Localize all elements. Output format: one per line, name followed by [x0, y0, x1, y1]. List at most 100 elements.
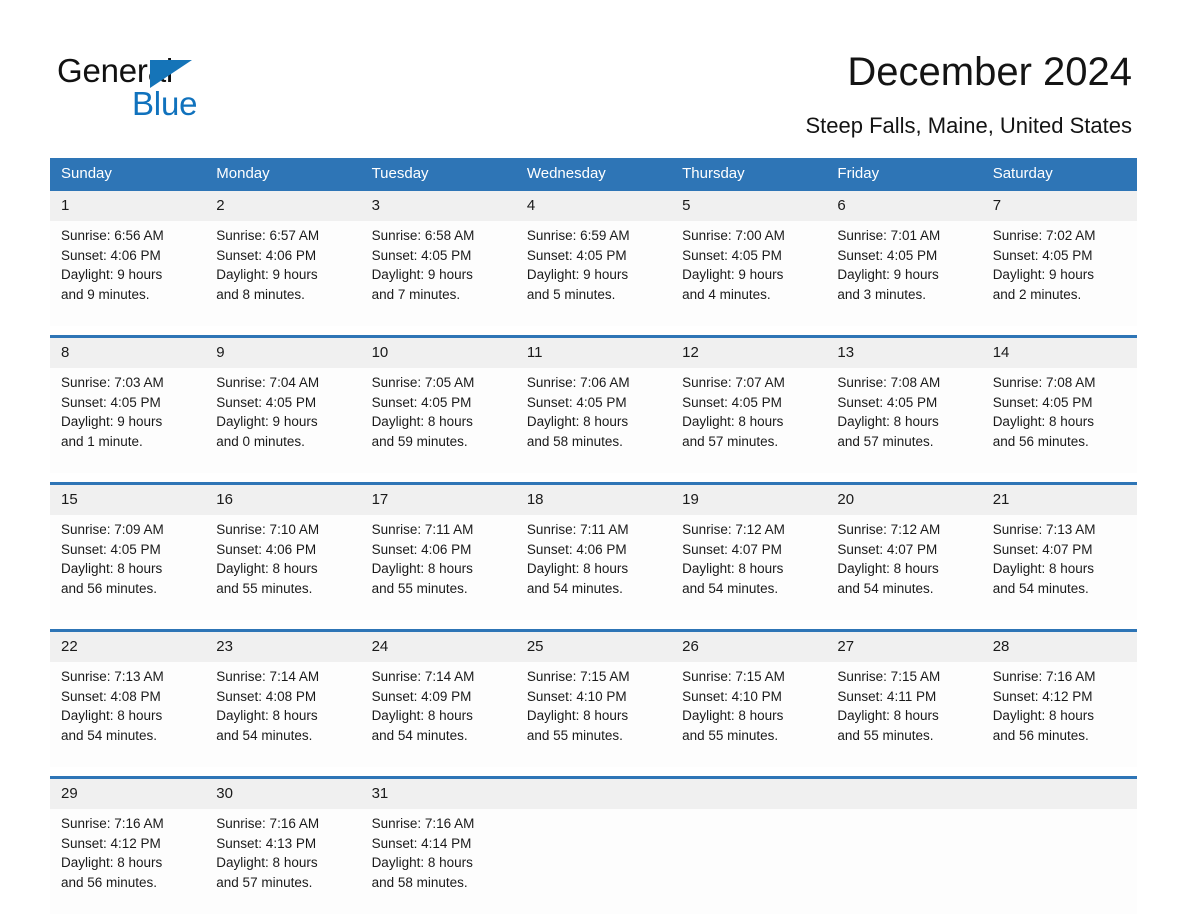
day-cell[interactable]: Sunrise: 7:11 AM Sunset: 4:06 PM Daylight:…: [515, 515, 672, 620]
day-number-row: 1234567: [50, 191, 1137, 221]
day-number[interactable]: 18: [515, 485, 672, 515]
day-cell[interactable]: Sunrise: 7:12 AM Sunset: 4:07 PM Daylight:…: [826, 515, 982, 620]
day-detail-row: Sunrise: 7:09 AM Sunset: 4:05 PM Daylight:…: [50, 515, 1137, 620]
day-number[interactable]: 14: [981, 338, 1137, 368]
day-detail-row: Sunrise: 7:13 AM Sunset: 4:08 PM Daylight:…: [50, 662, 1137, 767]
day-cell[interactable]: Sunrise: 7:16 AM Sunset: 4:13 PM Daylight:…: [205, 809, 361, 914]
day-number[interactable]: 27: [826, 632, 982, 662]
daylight-text-line1: Daylight: 9 hours: [682, 267, 784, 283]
day-number[interactable]: 5: [671, 191, 827, 221]
daylight-text-line1: Daylight: 8 hours: [216, 708, 318, 724]
day-number[interactable]: 17: [360, 485, 516, 515]
day-number[interactable]: 30: [205, 779, 361, 809]
day-number[interactable]: 11: [515, 338, 672, 368]
day-cell[interactable]: Sunrise: 7:13 AM Sunset: 4:07 PM Daylight:…: [981, 515, 1137, 620]
weekday-header-sunday: Sunday: [50, 158, 206, 191]
day-cell[interactable]: Sunrise: 7:15 AM Sunset: 4:10 PM Daylight:…: [671, 662, 827, 767]
sunset-text: Sunset: 4:05 PM: [992, 394, 1093, 410]
daylight-text-line1: Daylight: 8 hours: [61, 561, 163, 577]
day-number[interactable]: 22: [50, 632, 206, 662]
day-cell[interactable]: Sunrise: 7:03 AM Sunset: 4:05 PM Daylight:…: [50, 368, 206, 473]
day-number[interactable]: 1: [50, 191, 206, 221]
sunrise-text: Sunrise: 7:15 AM: [837, 669, 941, 684]
day-cell[interactable]: Sunrise: 7:09 AM Sunset: 4:05 PM Daylight:…: [50, 515, 206, 620]
day-cell[interactable]: Sunrise: 6:58 AM Sunset: 4:05 PM Daylight:…: [360, 221, 516, 326]
daylight-text-line1: Daylight: 9 hours: [371, 267, 473, 283]
day-cell[interactable]: Sunrise: 7:08 AM Sunset: 4:05 PM Daylight:…: [826, 368, 982, 473]
day-cell[interactable]: Sunrise: 7:16 AM Sunset: 4:12 PM Daylight:…: [981, 662, 1137, 767]
day-number[interactable]: 2: [205, 191, 361, 221]
day-number[interactable]: 7: [981, 191, 1137, 221]
general-blue-logo[interactable]: General Blue: [57, 52, 287, 124]
day-number[interactable]: 26: [671, 632, 827, 662]
day-number[interactable]: 21: [981, 485, 1137, 515]
sunrise-text: Sunrise: 7:15 AM: [682, 669, 785, 684]
day-detail-row: Sunrise: 6:56 AM Sunset: 4:06 PM Daylight:…: [50, 221, 1137, 326]
day-cell[interactable]: Sunrise: 7:15 AM Sunset: 4:11 PM Daylight:…: [826, 662, 982, 767]
day-cell[interactable]: Sunrise: 7:10 AM Sunset: 4:06 PM Daylight:…: [205, 515, 361, 620]
day-number[interactable]: 25: [515, 632, 672, 662]
day-cell[interactable]: Sunrise: 7:05 AM Sunset: 4:05 PM Daylight:…: [360, 368, 516, 473]
sunset-text: Sunset: 4:12 PM: [61, 835, 161, 851]
day-cell[interactable]: Sunrise: 6:59 AM Sunset: 4:05 PM Daylight:…: [515, 221, 672, 326]
daylight-text-line1: Daylight: 8 hours: [216, 561, 318, 577]
sunset-text: Sunset: 4:05 PM: [526, 394, 627, 410]
day-cell[interactable]: Sunrise: 7:00 AM Sunset: 4:05 PM Daylight:…: [671, 221, 827, 326]
sunset-text: Sunset: 4:05 PM: [216, 394, 317, 410]
sunset-text: Sunset: 4:08 PM: [61, 688, 161, 704]
day-cell[interactable]: Sunrise: 7:07 AM Sunset: 4:05 PM Daylight:…: [671, 368, 827, 473]
day-cell[interactable]: Sunrise: 7:16 AM Sunset: 4:14 PM Daylight:…: [360, 809, 516, 914]
day-cell[interactable]: Sunrise: 7:16 AM Sunset: 4:12 PM Daylight:…: [50, 809, 206, 914]
day-cell[interactable]: Sunrise: 7:04 AM Sunset: 4:05 PM Daylight:…: [205, 368, 361, 473]
day-cell[interactable]: Sunrise: 7:15 AM Sunset: 4:10 PM Daylight:…: [515, 662, 672, 767]
sunrise-text: Sunrise: 7:13 AM: [992, 522, 1096, 537]
day-cell[interactable]: Sunrise: 7:02 AM Sunset: 4:05 PM Daylight:…: [981, 221, 1137, 326]
day-number[interactable]: 12: [671, 338, 827, 368]
day-cell[interactable]: Sunrise: 7:01 AM Sunset: 4:05 PM Daylight:…: [826, 221, 982, 326]
day-cell[interactable]: Sunrise: 7:06 AM Sunset: 4:05 PM Daylight:…: [515, 368, 672, 473]
daylight-text-line1: Daylight: 9 hours: [216, 414, 318, 430]
daylight-text-line1: Daylight: 8 hours: [837, 708, 939, 724]
daylight-text-line2: and 58 minutes.: [371, 874, 468, 890]
day-number[interactable]: 24: [360, 632, 516, 662]
day-number[interactable]: 28: [981, 632, 1137, 662]
sunset-text: Sunset: 4:07 PM: [992, 541, 1093, 557]
day-cell[interactable]: Sunrise: 7:11 AM Sunset: 4:06 PM Daylight:…: [360, 515, 516, 620]
day-cell[interactable]: Sunrise: 7:12 AM Sunset: 4:07 PM Daylight:…: [671, 515, 827, 620]
daylight-text-line2: and 3 minutes.: [837, 286, 926, 302]
sunset-text: Sunset: 4:05 PM: [992, 247, 1093, 263]
daylight-text-line1: Daylight: 9 hours: [61, 267, 163, 283]
sunset-text: Sunset: 4:11 PM: [837, 688, 937, 704]
day-number[interactable]: 15: [50, 485, 206, 515]
day-number[interactable]: 19: [671, 485, 827, 515]
sunset-text: Sunset: 4:12 PM: [992, 688, 1093, 704]
day-number[interactable]: 6: [826, 191, 982, 221]
daylight-text-line1: Daylight: 8 hours: [837, 414, 939, 430]
day-number[interactable]: 23: [205, 632, 361, 662]
day-number[interactable]: 29: [50, 779, 206, 809]
day-cell[interactable]: Sunrise: 6:57 AM Sunset: 4:06 PM Daylight:…: [205, 221, 361, 326]
sunset-text: Sunset: 4:05 PM: [837, 247, 938, 263]
day-number[interactable]: 31: [360, 779, 516, 809]
weekday-header-tuesday: Tuesday: [360, 158, 516, 191]
day-number[interactable]: 13: [826, 338, 982, 368]
day-cell[interactable]: Sunrise: 6:56 AM Sunset: 4:06 PM Daylight:…: [50, 221, 206, 326]
day-number[interactable]: 9: [205, 338, 361, 368]
daylight-text-line1: Daylight: 8 hours: [371, 708, 473, 724]
sunrise-text: Sunrise: 7:16 AM: [216, 816, 320, 831]
day-number[interactable]: 8: [50, 338, 206, 368]
sunset-text: Sunset: 4:13 PM: [216, 835, 317, 851]
day-cell[interactable]: Sunrise: 7:08 AM Sunset: 4:05 PM Daylight:…: [981, 368, 1137, 473]
sunrise-text: Sunrise: 7:15 AM: [526, 669, 630, 684]
day-number[interactable]: 3: [360, 191, 516, 221]
day-number[interactable]: 20: [826, 485, 982, 515]
day-number[interactable]: 10: [360, 338, 516, 368]
day-cell[interactable]: Sunrise: 7:14 AM Sunset: 4:09 PM Daylight:…: [360, 662, 516, 767]
day-cell-empty: [826, 809, 982, 914]
day-cell[interactable]: Sunrise: 7:14 AM Sunset: 4:08 PM Daylight:…: [205, 662, 361, 767]
day-number[interactable]: 4: [515, 191, 672, 221]
day-cell[interactable]: Sunrise: 7:13 AM Sunset: 4:08 PM Daylight:…: [50, 662, 206, 767]
day-number[interactable]: 16: [205, 485, 361, 515]
day-number-empty: [671, 779, 827, 809]
sunrise-text: Sunrise: 7:06 AM: [526, 375, 630, 390]
